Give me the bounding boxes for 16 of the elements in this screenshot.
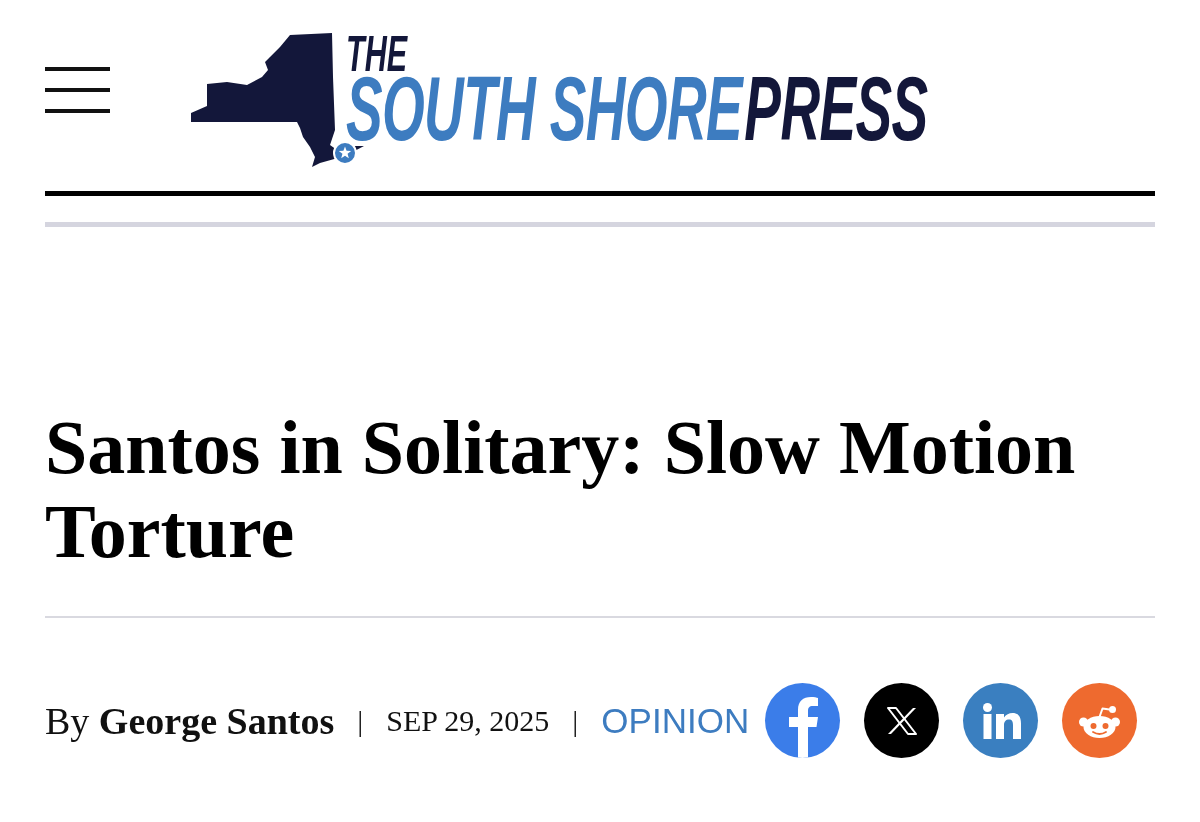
logo-text: THE (346, 34, 407, 74)
menu-button[interactable] (45, 67, 110, 113)
article-headline: Santos in Solitary: Slow Motion Torture (45, 405, 1077, 573)
byline-text: By George Santos (45, 698, 335, 743)
logo-text: SOUTH SHORE (346, 74, 742, 144)
reddit-icon (1079, 705, 1121, 738)
category-link[interactable]: OPINION (601, 700, 750, 741)
linkedin-icon (982, 702, 1021, 739)
facebook-icon (789, 697, 819, 758)
menu-icon (45, 67, 110, 113)
x-logo-icon (886, 706, 917, 735)
pipe-separator: | (572, 702, 579, 739)
pipe-separator: | (357, 702, 364, 739)
star-badge-icon (333, 141, 357, 165)
logo-text: PRESS (744, 74, 928, 144)
publish-date: SEP 29, 2025 (386, 702, 550, 739)
